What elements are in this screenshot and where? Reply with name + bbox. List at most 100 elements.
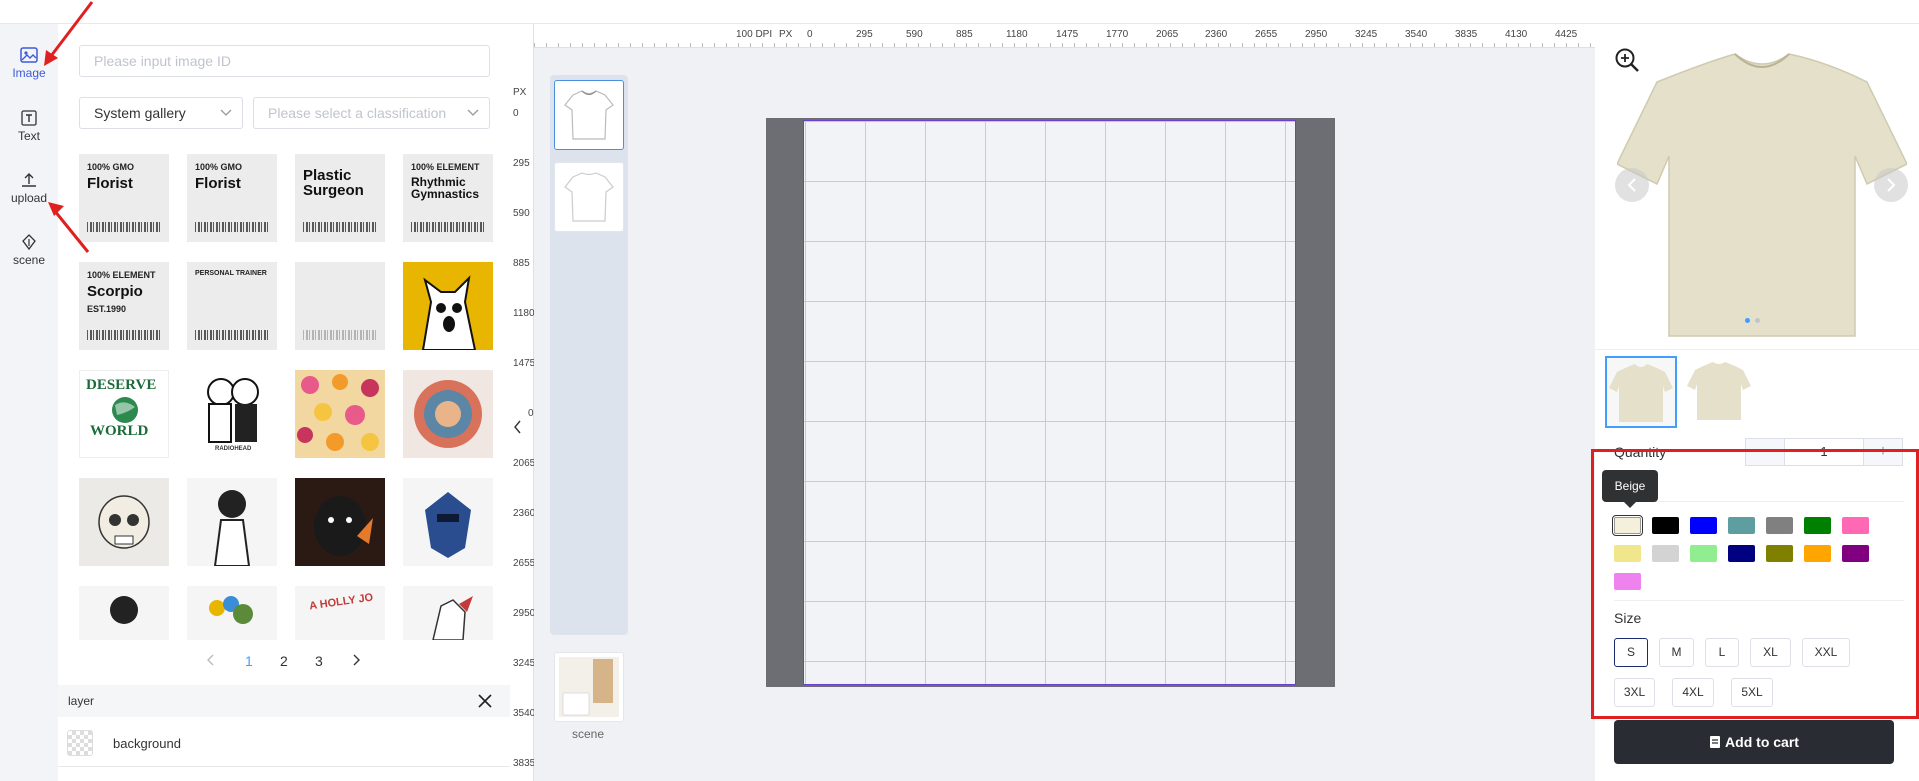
pager-page-1[interactable]: 1	[245, 653, 253, 669]
layer-thumbnail-icon	[67, 730, 93, 756]
wolf-illustration	[432, 596, 473, 640]
gallery-thumbnail[interactable]	[187, 478, 277, 566]
annotation-arrow	[44, 1, 94, 66]
ruler-tick: 590	[513, 208, 530, 219]
ruler-tick: 885	[956, 29, 973, 40]
gallery-thumbnail[interactable]	[403, 586, 493, 640]
view-front[interactable]	[554, 80, 624, 150]
thumb-title: DESERVE	[86, 377, 157, 393]
view-back[interactable]	[554, 162, 624, 232]
balloon-illustration	[209, 596, 253, 624]
divider	[1595, 349, 1919, 350]
text-icon	[21, 110, 37, 126]
cart-icon	[1710, 736, 1721, 748]
ruler-tick: 2360	[513, 508, 536, 519]
classification-select[interactable]: Please select a classification	[253, 97, 490, 129]
ruler-tick: 1180	[1006, 29, 1028, 40]
pager-next[interactable]	[351, 653, 361, 669]
carousel-dot[interactable]	[1755, 318, 1760, 323]
gallery-source-value: System gallery	[94, 105, 186, 121]
barcode-graphic	[303, 222, 377, 232]
chevron-left-icon	[514, 420, 521, 434]
left-nav: Image Text upload scene	[0, 24, 58, 781]
scene-thumbnail[interactable]	[554, 652, 624, 722]
gallery-thumbnail[interactable]	[79, 586, 169, 640]
ruler-tick: 3835	[1455, 29, 1478, 40]
gallery-thumbnail[interactable]	[403, 478, 493, 566]
image-next-button[interactable]	[1874, 168, 1908, 202]
tshirt-product-image[interactable]	[1617, 44, 1907, 344]
carousel-dot-active[interactable]	[1745, 318, 1750, 323]
gallery-source-select[interactable]: System gallery	[79, 97, 243, 129]
close-icon[interactable]	[478, 694, 492, 708]
gallery-thumbnail[interactable]: PERSONAL TRAINER	[187, 262, 277, 350]
product-thumb-back[interactable]	[1685, 356, 1757, 428]
image-prev-button[interactable]	[1615, 168, 1649, 202]
thumb-subtitle: EST.1990	[87, 304, 127, 314]
chevron-down-icon	[467, 109, 479, 116]
print-area[interactable]	[803, 120, 1296, 685]
gallery-thumbnail[interactable]	[295, 478, 385, 566]
globe-illustration	[112, 397, 138, 423]
image-icon	[20, 47, 38, 63]
annotation-arrow	[48, 202, 90, 253]
barcode-graphic	[195, 222, 269, 232]
gallery-thumbnail[interactable]	[295, 262, 385, 350]
gallery-thumbnail[interactable]	[79, 478, 169, 566]
image-id-input[interactable]	[79, 45, 490, 77]
gallery-thumbnail[interactable]	[403, 370, 493, 458]
pager-page-2[interactable]: 2	[280, 653, 288, 669]
gallery-thumbnail[interactable]: 100% GMO Florist	[187, 154, 277, 242]
gallery-thumbnail[interactable]: A HOLLY JO	[295, 586, 385, 640]
ruler-tick: 4130	[1505, 29, 1528, 40]
ruler-tick: 0	[528, 408, 534, 419]
thumb-caption: 100% GMO	[87, 162, 135, 172]
ruler-tick: 885	[513, 258, 530, 269]
gallery-thumbnail[interactable]	[295, 370, 385, 458]
layer-item-label: background	[113, 736, 181, 751]
gallery-thumbnail[interactable]: DESERVE WORLD	[79, 370, 169, 458]
barcode-graphic	[195, 330, 269, 340]
chevron-left-icon	[1627, 178, 1636, 192]
layer-title: layer	[68, 694, 95, 708]
thumb-title: Plastic Surgeon	[303, 167, 364, 199]
ruler-tick: 1770	[1106, 29, 1129, 40]
product-thumb-front[interactable]	[1605, 356, 1677, 428]
nav-text[interactable]: Text	[0, 109, 58, 143]
ruler-tick: 3245	[1355, 29, 1378, 40]
room-scene-image	[559, 657, 619, 717]
collapse-panel-button[interactable]	[513, 420, 523, 437]
horizontal-ruler: 100 DPI PX 0 295 590 885 1180 1475 1770 …	[534, 24, 1595, 48]
ruler-tick: 2360	[1205, 29, 1228, 40]
thumb-title: Florist	[195, 175, 241, 192]
highlight-box	[1591, 449, 1919, 719]
gallery-thumbnail[interactable]: Plastic Surgeon	[295, 154, 385, 242]
gallery-thumbnail[interactable]	[403, 262, 493, 350]
gallery-thumbnail[interactable]: RADIOHEAD	[187, 370, 277, 458]
gallery-thumbnail[interactable]: 100% ELEMENT Rhythmic Gymnastics	[403, 154, 493, 242]
ruler-tick: 3540	[513, 708, 536, 719]
chevron-down-icon	[220, 109, 232, 116]
gallery-thumbnail[interactable]	[187, 586, 277, 640]
thumb-caption: 100% ELEMENT	[411, 162, 480, 172]
flower-pattern	[297, 374, 379, 451]
design-canvas[interactable]	[766, 118, 1335, 687]
thumb-title: Florist	[87, 175, 133, 192]
scene-label: scene	[572, 727, 605, 741]
ruler-tick: 4425	[1555, 29, 1578, 40]
thumb-title: Scorpio	[87, 283, 143, 300]
pager-prev[interactable]	[206, 653, 216, 669]
pager-page-3[interactable]: 3	[315, 653, 323, 669]
ruler-dpi: 100 DPI	[736, 29, 773, 40]
ruler-tick: 2950	[1305, 29, 1328, 40]
ruler-tick: 0	[807, 29, 813, 40]
scene-icon	[22, 234, 36, 251]
gallery-thumbnail[interactable]: 100% ELEMENT Scorpio EST.1990	[79, 262, 169, 350]
ruler-tick: 295	[856, 29, 873, 40]
add-to-cart-button[interactable]: Add to cart	[1614, 720, 1894, 764]
thumb-title: Rhythmic Gymnastics	[411, 175, 480, 201]
ruler-tick: 2065	[513, 458, 536, 469]
tshirt-front-thumb	[1609, 364, 1673, 422]
ruler-tick: 3835	[513, 758, 536, 769]
layer-item[interactable]: background	[58, 721, 510, 767]
